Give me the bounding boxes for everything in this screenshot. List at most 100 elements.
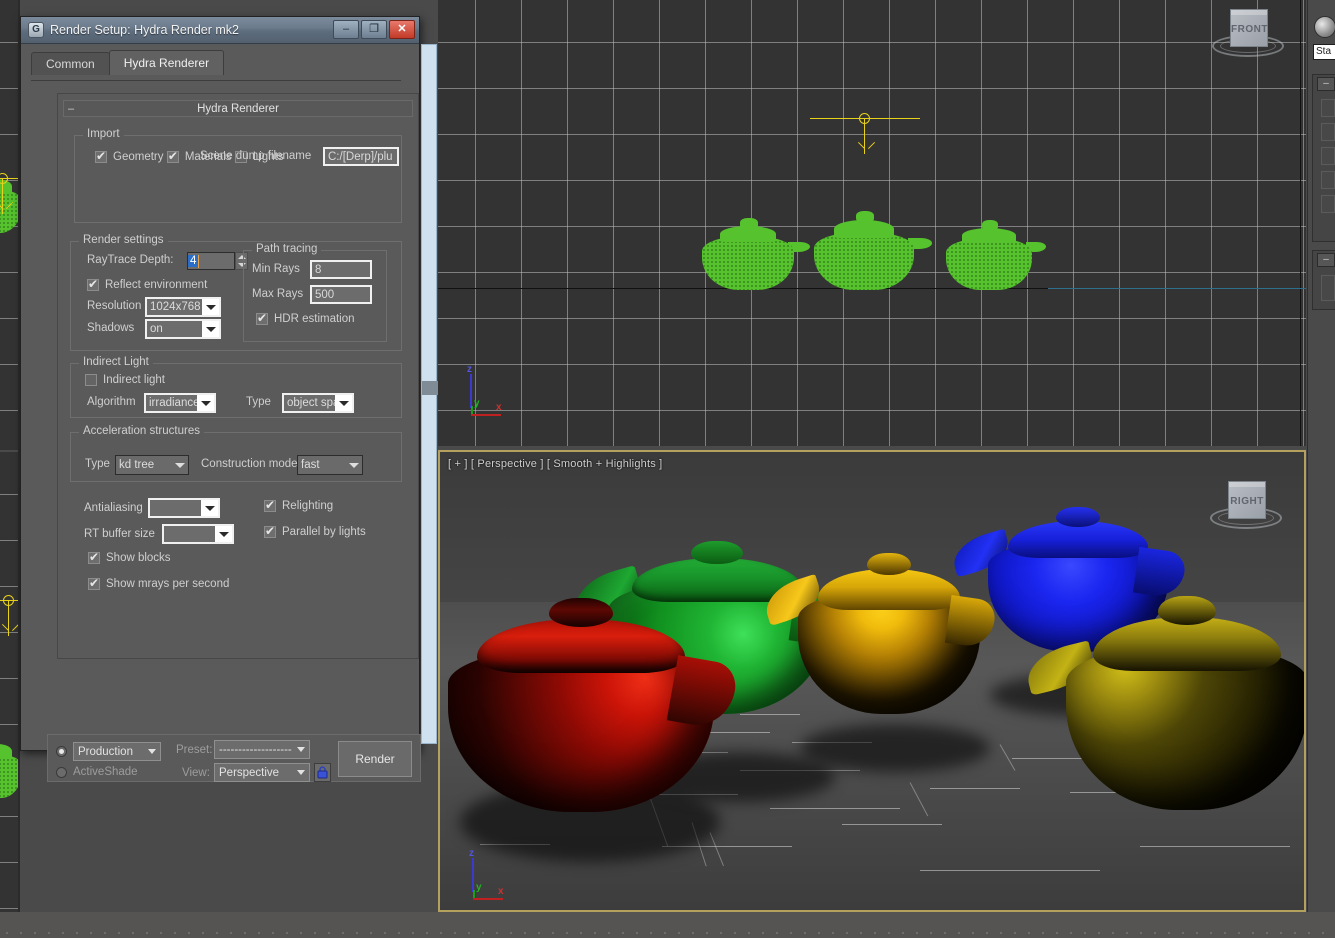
antialiasing-dropdown[interactable] — [148, 498, 220, 518]
radio-activeshade[interactable] — [56, 767, 67, 778]
accel-type-dropdown[interactable]: kd tree — [115, 455, 189, 475]
checkbox-hdr-estimation[interactable]: HDR estimation — [256, 313, 355, 325]
checkbox-relighting[interactable]: Relighting — [264, 500, 333, 512]
checkbox-indirect-light[interactable]: Indirect light — [85, 374, 165, 386]
rollout-title: Hydra Renderer — [197, 103, 279, 115]
checkbox-parallel-by-lights[interactable]: Parallel by lights — [264, 526, 366, 538]
chevron-down-icon[interactable] — [202, 299, 219, 315]
max-rays-input[interactable]: 500 — [310, 285, 372, 304]
dialog-titlebar[interactable]: G Render Setup: Hydra Render mk2 – ❐ ✕ — [21, 17, 419, 44]
checkbox-show-mrays-box[interactable] — [88, 578, 100, 590]
radio-production-row[interactable]: Production — [56, 742, 161, 761]
radio-activeshade-row[interactable]: ActiveShade — [56, 766, 138, 778]
tab-common[interactable]: Common — [31, 52, 110, 75]
antialiasing-label: Antialiasing — [84, 502, 143, 514]
close-button[interactable]: ✕ — [389, 20, 415, 39]
scene-dump-filename-input[interactable]: C:/[Derp]/plu — [323, 147, 399, 166]
rollout-collapse-icon[interactable]: – — [1317, 77, 1335, 91]
wireframe-teapot[interactable] — [696, 218, 806, 290]
min-rays-label: Min Rays — [252, 263, 300, 275]
wireframe-teapot[interactable] — [940, 220, 1044, 290]
lock-icon[interactable] — [314, 763, 331, 782]
indirect-type-dropdown[interactable]: object spa — [282, 393, 354, 413]
rollout-panel[interactable]: – — [1312, 74, 1335, 242]
raytrace-depth-value: 4 — [188, 255, 198, 267]
chevron-down-icon[interactable] — [215, 526, 232, 542]
raytrace-depth-input[interactable]: 4 — [187, 252, 235, 270]
chevron-down-icon[interactable] — [202, 321, 219, 337]
wireframe-teapot[interactable] — [808, 212, 928, 290]
name-field[interactable]: Sta — [1313, 44, 1335, 60]
chevron-down-icon[interactable] — [201, 500, 218, 516]
chevron-down-icon[interactable] — [293, 747, 309, 752]
view-dropdown[interactable]: Perspective — [214, 763, 310, 782]
rt-buffer-size-label: RT buffer size — [84, 528, 155, 540]
checkbox-geometry[interactable]: Geometry — [95, 151, 164, 163]
checkbox-reflect-environment-box[interactable] — [87, 279, 99, 291]
chevron-down-icon[interactable] — [345, 456, 362, 474]
viewport-left-top[interactable] — [0, 0, 18, 450]
render-setup-dialog[interactable]: G Render Setup: Hydra Render mk2 – ❐ ✕ C… — [20, 16, 420, 751]
resolution-dropdown[interactable]: 1024x768 — [145, 297, 221, 317]
checkbox-show-blocks-box[interactable] — [88, 552, 100, 564]
checkbox-indirect-light-label: Indirect light — [103, 374, 165, 386]
chevron-down-icon[interactable] — [335, 395, 352, 411]
checkbox-reflect-environment[interactable]: Reflect environment — [87, 279, 207, 291]
production-dropdown[interactable]: Production — [73, 742, 161, 761]
wireframe-teapot — [0, 742, 18, 800]
algorithm-dropdown[interactable]: irradiance — [144, 393, 216, 413]
scrollbar-thumb[interactable] — [422, 381, 438, 395]
chevron-down-icon[interactable] — [171, 456, 188, 474]
rendered-teapot-olive — [1066, 600, 1306, 810]
rollout-collapse-icon[interactable]: – — [68, 101, 74, 117]
group-import: Import Geometry Materials Lights — [74, 135, 402, 223]
viewport-label: [ + ] [ Perspective ] [ Smooth + Highlig… — [448, 458, 662, 470]
dialog-tabs[interactable]: Common Hydra Renderer — [31, 50, 223, 75]
viewcube-cube[interactable]: RIGHT — [1228, 481, 1266, 519]
chevron-down-icon[interactable] — [293, 770, 309, 775]
rt-buffer-size-dropdown[interactable] — [162, 524, 234, 544]
spinner-dial-icon[interactable] — [1314, 16, 1335, 38]
minimize-button[interactable]: – — [333, 20, 359, 39]
viewcube-cube[interactable]: FRONT — [1230, 9, 1268, 47]
viewport-perspective-render[interactable]: RIGHT z y x [ + ] [ Perspective ] [ Smoo… — [438, 450, 1306, 912]
checkbox-parallel-by-lights-box[interactable] — [264, 526, 276, 538]
checkbox-materials-box[interactable] — [167, 151, 179, 163]
group-path-tracing-legend: Path tracing — [252, 243, 321, 255]
viewport-front-wireframe[interactable]: FRONT z y x — [438, 0, 1306, 446]
radio-production[interactable] — [56, 746, 67, 757]
rollout-collapse-icon[interactable]: – — [1317, 253, 1335, 267]
viewcube-front[interactable]: FRONT — [1210, 5, 1286, 67]
rollout-panel[interactable]: – — [1312, 250, 1335, 310]
tab-hydra-renderer[interactable]: Hydra Renderer — [109, 50, 224, 75]
checkbox-hdr-estimation-box[interactable] — [256, 313, 268, 325]
maximize-button[interactable]: ❐ — [361, 20, 387, 39]
rollout-header-hydra[interactable]: – Hydra Renderer — [63, 100, 413, 117]
construction-mode-value: fast — [298, 459, 345, 471]
checkbox-indirect-light-box[interactable] — [85, 374, 97, 386]
min-rays-input[interactable]: 8 — [310, 260, 372, 279]
checkbox-reflect-environment-label: Reflect environment — [105, 279, 207, 291]
text-caret — [198, 255, 199, 268]
resolution-label: Resolution — [87, 300, 141, 312]
window-controls[interactable]: – ❐ ✕ — [333, 20, 415, 39]
shadows-dropdown[interactable]: on — [145, 319, 221, 339]
checkbox-show-blocks[interactable]: Show blocks — [88, 552, 171, 564]
viewport-left-bottom[interactable] — [0, 452, 18, 912]
checkbox-relighting-box[interactable] — [264, 500, 276, 512]
construction-mode-dropdown[interactable]: fast — [297, 455, 363, 475]
checkbox-geometry-box[interactable] — [95, 151, 107, 163]
viewport-grid — [0, 452, 18, 912]
preset-dropdown[interactable]: ------------------- — [214, 740, 310, 759]
dialog-title: Render Setup: Hydra Render mk2 — [50, 23, 239, 37]
chevron-down-icon[interactable] — [197, 395, 214, 411]
group-indirect-light: Indirect Light Indirect light Algorithm … — [70, 363, 402, 418]
group-misc-settings: Antialiasing RT buffer size Relighting — [70, 496, 402, 606]
command-panel[interactable]: Sta – – — [1307, 0, 1335, 912]
dialog-scrollbar[interactable] — [421, 44, 437, 744]
viewcube-right[interactable]: RIGHT — [1208, 477, 1284, 539]
scene-dump-filename-label: Scene dump filename — [200, 150, 311, 162]
render-button[interactable]: Render — [338, 741, 412, 777]
chevron-down-icon[interactable] — [144, 749, 160, 754]
checkbox-show-mrays[interactable]: Show mrays per second — [88, 578, 229, 590]
